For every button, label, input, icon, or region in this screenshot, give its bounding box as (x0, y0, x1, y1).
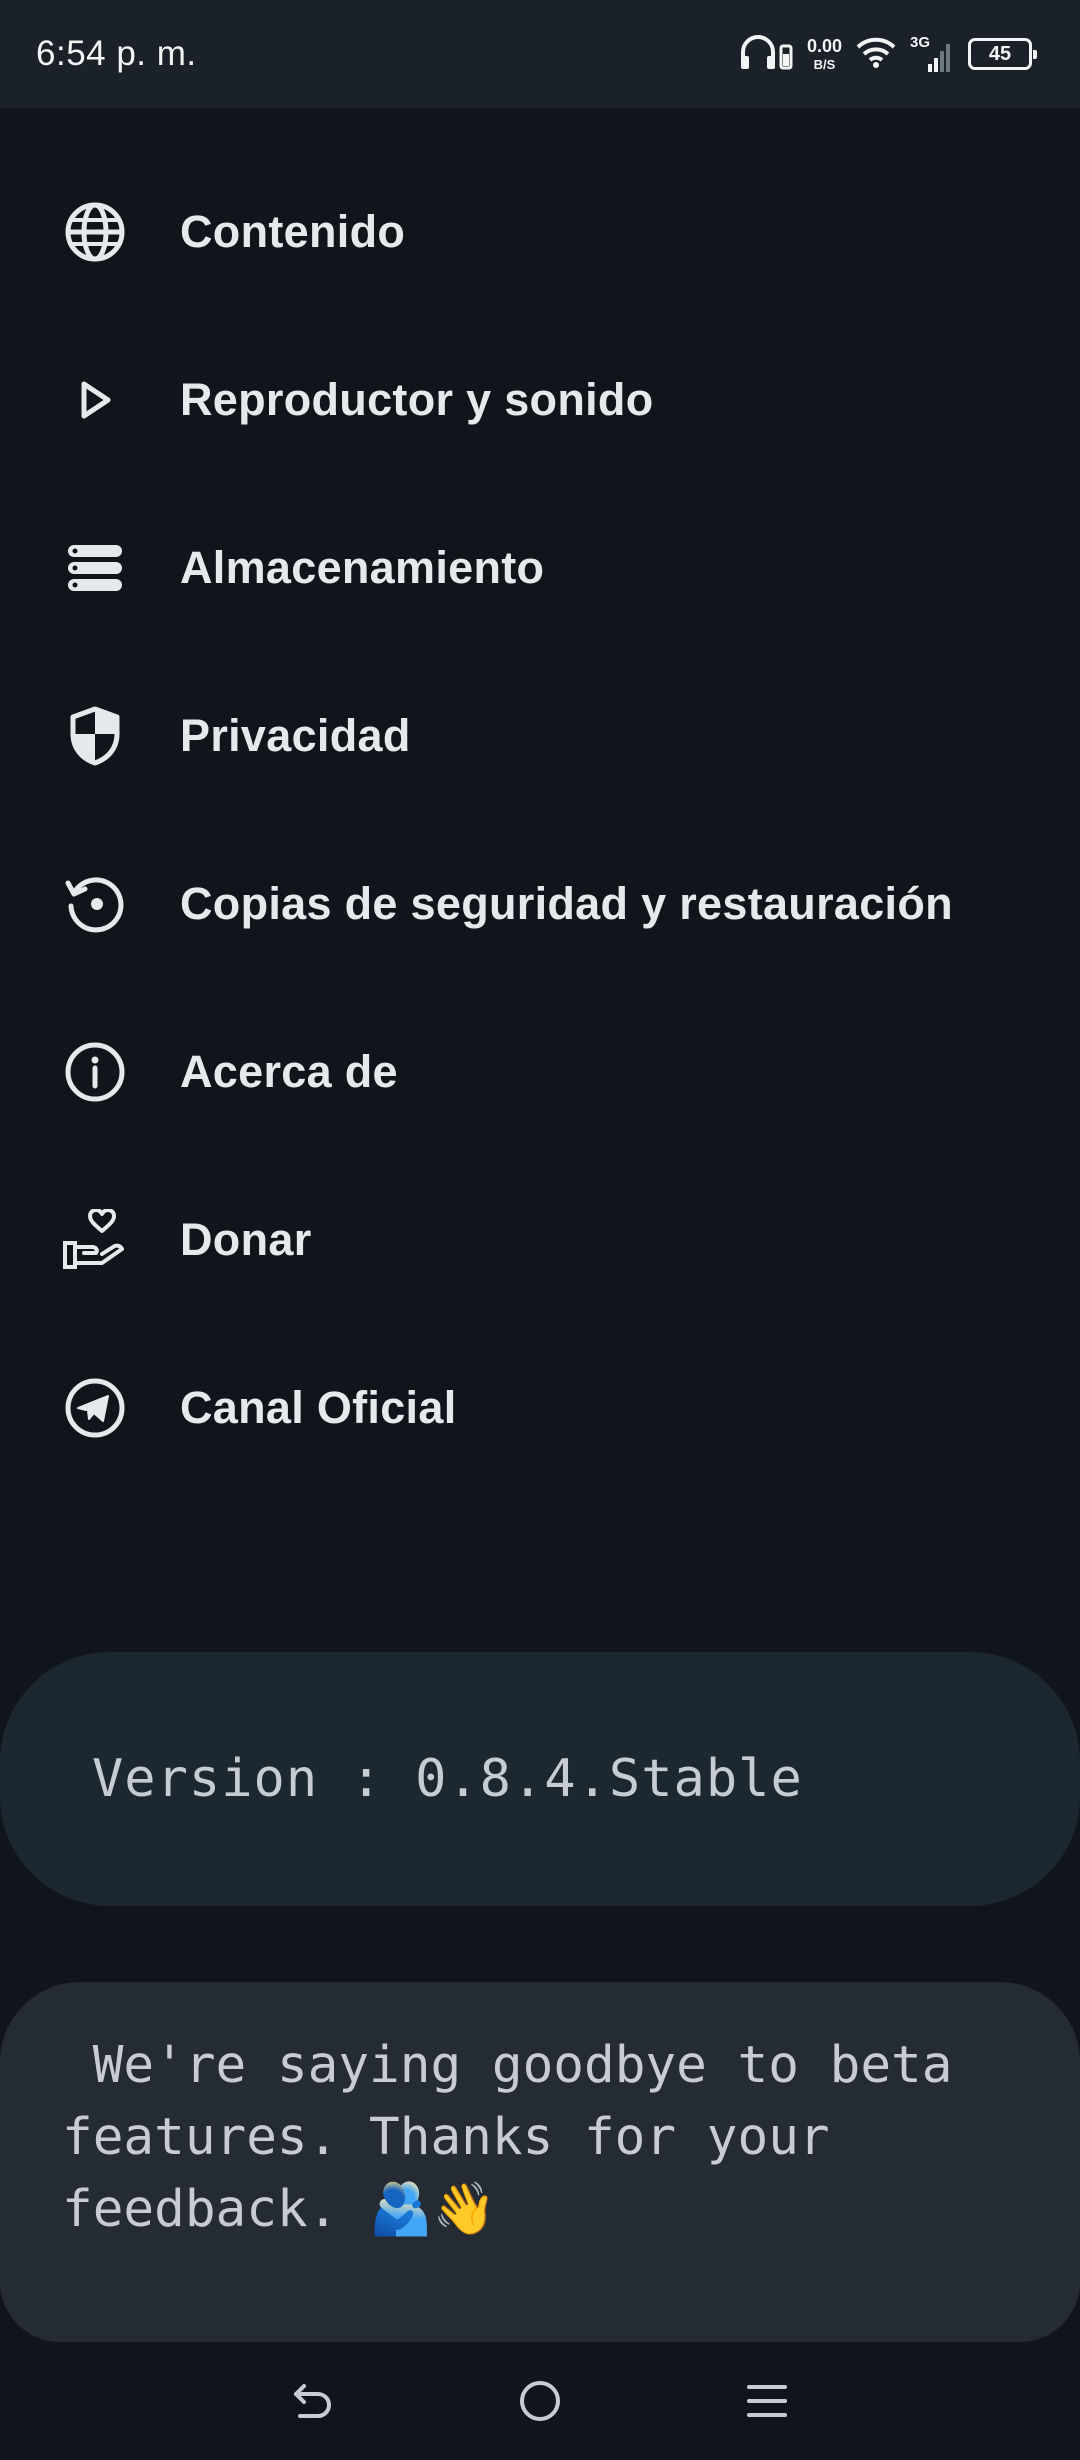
version-text: Version : 0.8.4.Stable (92, 1749, 803, 1809)
menu-item-reproductor[interactable]: Reproductor y sonido (0, 316, 1080, 484)
menu-item-label: Reproductor y sonido (180, 374, 654, 425)
cell-signal-icon: 3G (910, 34, 954, 74)
status-bar: 6:54 p. m. 0.00 B/S 3G 45 (0, 0, 1080, 108)
info-icon (60, 1037, 130, 1107)
version-card: Version : 0.8.4.Stable (0, 1652, 1080, 1906)
menu-item-label: Donar (180, 1214, 312, 1265)
menu-item-label: Privacidad (180, 710, 411, 761)
status-icons: 0.00 B/S 3G 45 (739, 32, 1037, 77)
battery-indicator: 45 (968, 38, 1037, 70)
play-icon (60, 365, 130, 435)
menu-item-contenido[interactable]: Contenido (0, 148, 1080, 316)
menu-item-donar[interactable]: Donar (0, 1156, 1080, 1324)
globe-icon (60, 197, 130, 267)
status-time: 6:54 p. m. (36, 34, 197, 73)
menu-item-label: Canal Oficial (180, 1382, 457, 1433)
shield-icon (60, 701, 130, 771)
home-icon[interactable] (510, 2371, 570, 2431)
restore-icon (60, 869, 130, 939)
menu-item-label: Contenido (180, 206, 406, 257)
back-icon[interactable] (283, 2371, 343, 2431)
menu-item-acerca-de[interactable]: Acerca de (0, 988, 1080, 1156)
telegram-icon (60, 1373, 130, 1443)
menu-item-almacenamiento[interactable]: Almacenamiento (0, 484, 1080, 652)
recents-icon[interactable] (737, 2371, 797, 2431)
menu-item-privacidad[interactable]: Privacidad (0, 652, 1080, 820)
menu-item-copias-seguridad[interactable]: Copias de seguridad y restauración (0, 820, 1080, 988)
menu-item-label: Copias de seguridad y restauración (180, 878, 953, 929)
wifi-icon (856, 36, 896, 73)
headphones-icon (739, 32, 793, 77)
menu-item-label: Almacenamiento (180, 542, 545, 593)
donate-hand-heart-icon (60, 1205, 130, 1275)
storage-icon (60, 533, 130, 603)
notice-text: We're saying goodbye to beta features. T… (62, 2036, 953, 2239)
net-speed: 0.00 B/S (806, 36, 842, 72)
notice-card: We're saying goodbye to beta features. T… (0, 1982, 1080, 2342)
menu-item-canal-oficial[interactable]: Canal Oficial (0, 1324, 1080, 1492)
system-nav-bar (0, 2342, 1080, 2460)
menu-item-label: Acerca de (180, 1046, 398, 1097)
